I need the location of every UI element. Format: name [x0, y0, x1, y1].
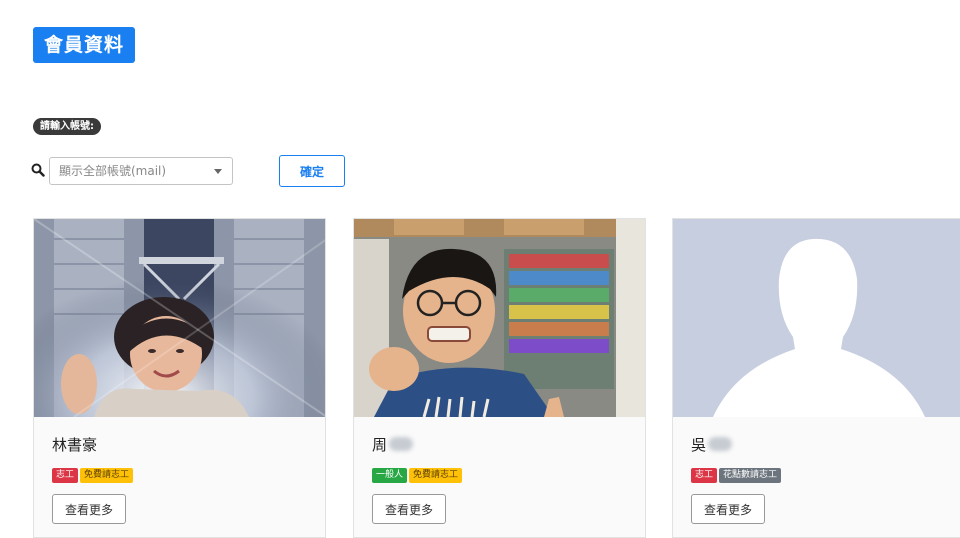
member-name-text: 周 — [372, 436, 388, 454]
tag-badge: 花點數請志工 — [719, 468, 782, 483]
tower-selfie-photo — [34, 219, 325, 417]
member-photo — [34, 219, 325, 417]
member-name-text: 吳 — [691, 436, 707, 454]
member-photo — [354, 219, 645, 417]
shop-selfie-photo — [354, 219, 645, 417]
tag-badge: 志工 — [52, 468, 79, 483]
member-card: 周 一般人 免費請志工 查看更多 — [353, 218, 646, 538]
account-select[interactable]: 顯示全部帳號(mail) — [49, 157, 233, 185]
account-select-placeholder: 顯示全部帳號(mail) — [59, 164, 167, 178]
name-redaction-blur — [708, 437, 733, 451]
confirm-button[interactable]: 確定 — [279, 155, 345, 187]
tag-badge: 志工 — [691, 468, 718, 483]
member-tags: 一般人 免費請志工 — [372, 462, 464, 483]
member-card: 林書豪 志工 免費請志工 查看更多 — [33, 218, 326, 538]
view-more-button[interactable]: 查看更多 — [691, 494, 765, 524]
member-card: 吳 志工 花點數請志工 查看更多 — [672, 218, 960, 538]
member-name: 周 — [372, 434, 414, 455]
member-name-text: 林書豪 — [52, 436, 98, 454]
page-title: 會員資料 — [33, 27, 136, 63]
search-icon — [31, 163, 45, 177]
member-tags: 志工 花點數請志工 — [691, 462, 783, 483]
member-name: 吳 — [691, 434, 733, 455]
member-photo — [673, 219, 960, 417]
view-more-button[interactable]: 查看更多 — [52, 494, 126, 524]
account-prompt-label: 請輸入帳號: — [33, 118, 101, 135]
member-name: 林書豪 — [52, 434, 97, 455]
name-redaction-blur — [389, 437, 414, 451]
chevron-down-icon — [214, 169, 222, 174]
tag-badge: 一般人 — [372, 468, 408, 483]
member-tags: 志工 免費請志工 — [52, 462, 135, 483]
tag-badge: 免費請志工 — [409, 468, 463, 483]
default-avatar-icon — [673, 219, 960, 417]
tag-badge: 免費請志工 — [80, 468, 134, 483]
view-more-button[interactable]: 查看更多 — [372, 494, 446, 524]
